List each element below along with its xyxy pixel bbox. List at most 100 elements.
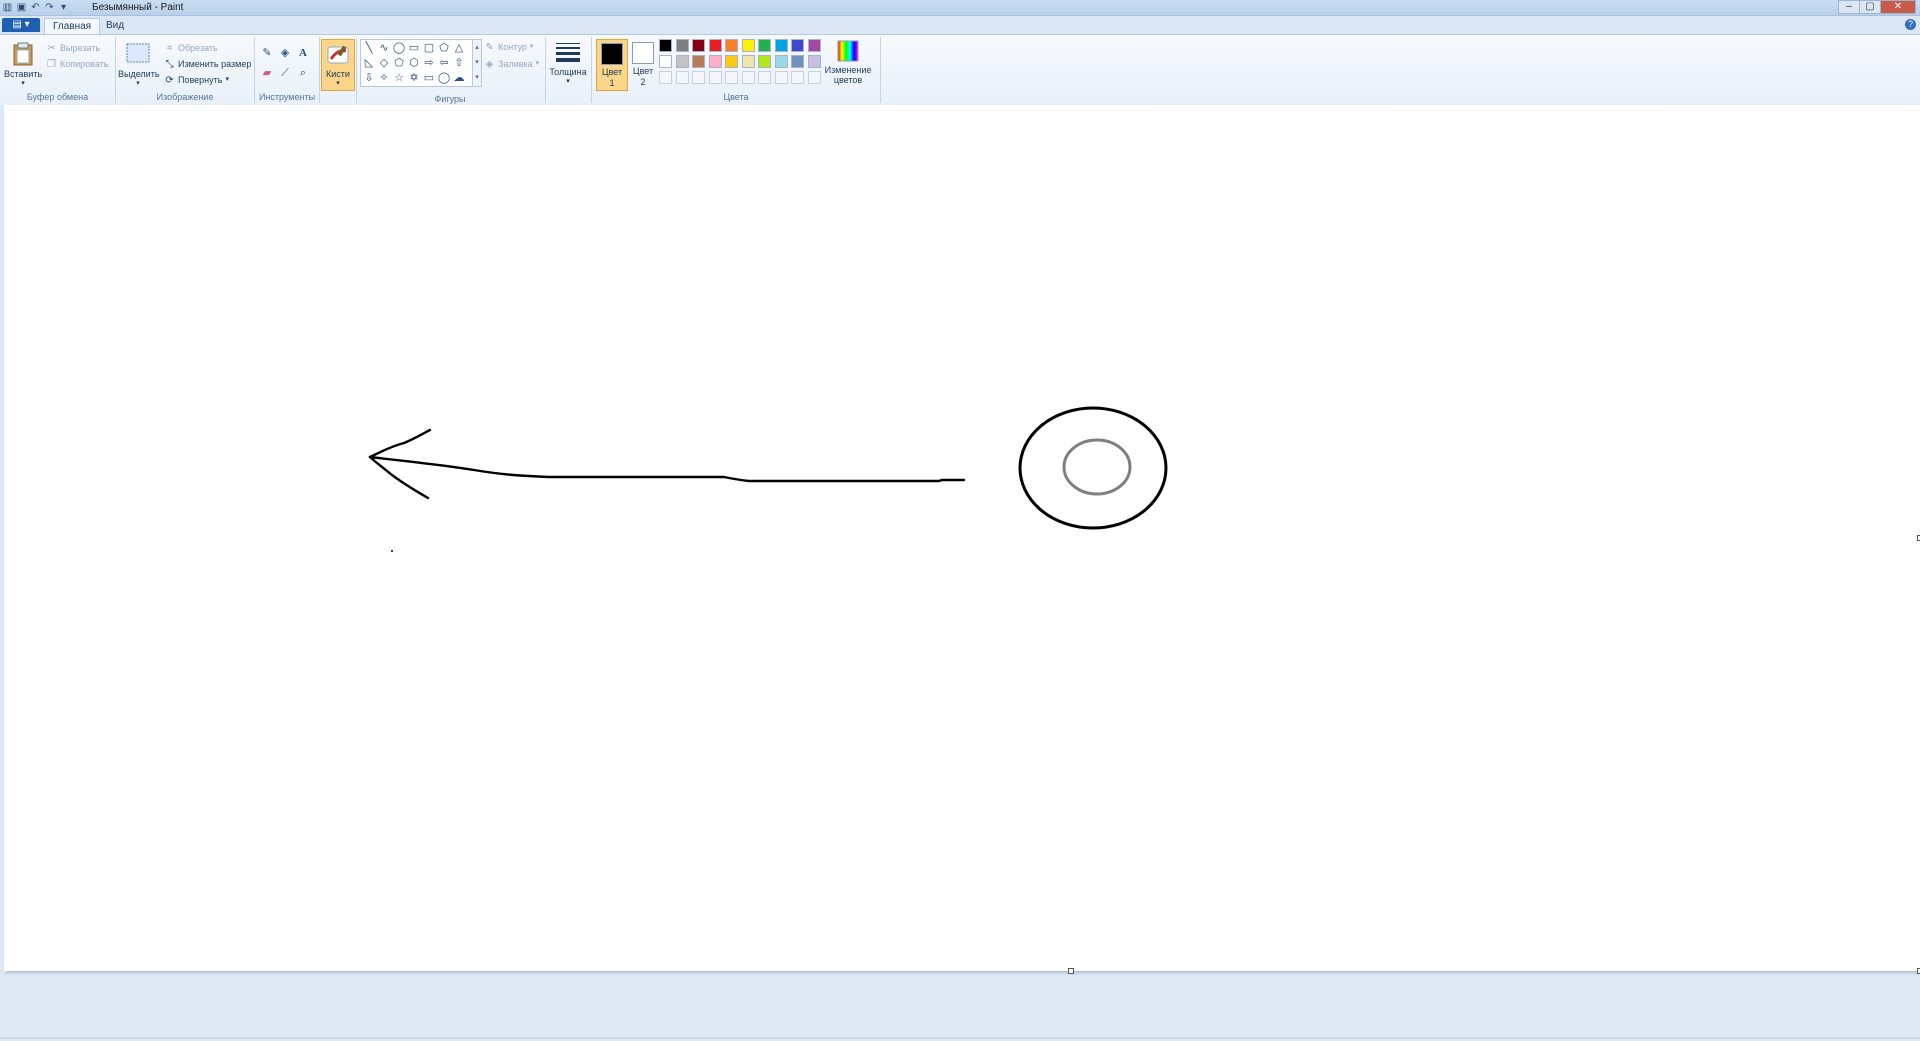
up-arrow-shape-icon[interactable]: ⇧: [452, 56, 466, 70]
palette-color-swatch[interactable]: [692, 39, 705, 52]
cut-button[interactable]: ✂ Вырезать: [46, 41, 100, 55]
left-arrow-shape-icon[interactable]: ⇦: [437, 56, 451, 70]
custom-color-slot[interactable]: [708, 71, 722, 84]
palette-color-swatch[interactable]: [675, 55, 689, 68]
canvas-resize-handle-bottom[interactable]: [1068, 968, 1074, 974]
brushes-button[interactable]: Кисти ▾: [321, 39, 355, 91]
outline-label: Контур: [498, 42, 527, 52]
down-arrow-shape-icon[interactable]: ⇩: [362, 71, 376, 85]
custom-color-slot[interactable]: [741, 71, 755, 84]
size-button[interactable]: Толщина ▾: [549, 41, 587, 85]
pencil-icon[interactable]: ✎: [259, 45, 275, 61]
palette-color-swatch[interactable]: [774, 39, 788, 52]
six-point-star-shape-icon[interactable]: ✡: [407, 71, 421, 85]
color2-button[interactable]: Цвет 2: [628, 39, 658, 89]
close-button[interactable]: ✕: [1880, 0, 1916, 14]
paste-button[interactable]: Вставить ▾: [4, 41, 42, 87]
canvas-drawing: [368, 406, 1168, 552]
four-point-star-shape-icon[interactable]: ✧: [377, 71, 391, 85]
fill-button[interactable]: ◈ Заливка ▾: [484, 57, 540, 71]
line-thickness-icon: [556, 43, 580, 62]
palette-color-swatch[interactable]: [692, 55, 705, 68]
palette-color-swatch[interactable]: [758, 39, 771, 52]
custom-color-slot[interactable]: [659, 71, 672, 84]
title-bar: ▥ ▣ ↶ ↷ ▾ Безымянный - Paint – ▢ ✕: [0, 0, 1920, 16]
five-point-star-shape-icon[interactable]: ☆: [392, 71, 406, 85]
color-picker-icon[interactable]: ⟋: [277, 65, 293, 81]
minimize-button[interactable]: –: [1838, 0, 1860, 14]
edit-colors-button[interactable]: Изменение цветов: [822, 39, 874, 85]
line-shape-icon[interactable]: ╲: [362, 41, 376, 55]
palette-color-swatch[interactable]: [725, 55, 738, 68]
fill-bucket-icon[interactable]: ◈: [277, 45, 293, 61]
diamond-shape-icon[interactable]: ◇: [377, 56, 391, 70]
help-icon[interactable]: ?: [1905, 19, 1916, 30]
oval-callout-shape-icon[interactable]: ◯: [437, 71, 451, 85]
palette-color-swatch[interactable]: [675, 39, 689, 52]
custom-color-slot[interactable]: [774, 71, 788, 84]
rectangle-shape-icon[interactable]: ▭: [407, 41, 421, 55]
shapes-scroll[interactable]: ▴ ▾ ▾: [472, 39, 482, 87]
palette-color-swatch[interactable]: [758, 55, 771, 68]
custom-color-slot[interactable]: [692, 71, 705, 84]
palette-color-swatch[interactable]: [659, 39, 672, 52]
copy-button[interactable]: ❐ Копировать: [46, 57, 108, 71]
polygon-shape-icon[interactable]: ⬠: [437, 41, 451, 55]
color2-number: 2: [640, 77, 646, 87]
curve-shape-icon[interactable]: ∿: [377, 41, 391, 55]
file-menu-button[interactable]: ▤ ▾: [2, 18, 40, 32]
select-label: Выделить: [118, 69, 160, 79]
hexagon-shape-icon[interactable]: ⬡: [407, 56, 421, 70]
window-title: Безымянный - Paint: [92, 2, 184, 13]
brushes-label: Кисти: [326, 69, 350, 79]
customize-icon[interactable]: ▾: [58, 2, 69, 13]
palette-color-swatch[interactable]: [741, 39, 755, 52]
work-area[interactable]: [0, 105, 1920, 1041]
palette-color-swatch[interactable]: [725, 39, 738, 52]
custom-color-slot[interactable]: [675, 71, 689, 84]
tab-home[interactable]: Главная: [44, 18, 101, 35]
undo-icon[interactable]: ↶: [30, 2, 41, 13]
crop-button[interactable]: ⌗ Обрезать: [164, 41, 218, 55]
palette-color-swatch[interactable]: [708, 39, 722, 52]
right-triangle-shape-icon[interactable]: ◺: [362, 56, 376, 70]
eraser-icon[interactable]: ▰: [259, 65, 275, 81]
rect-callout-shape-icon[interactable]: ▭: [422, 71, 436, 85]
right-arrow-shape-icon[interactable]: ⇨: [422, 56, 436, 70]
rounded-rectangle-shape-icon[interactable]: ▢: [422, 41, 436, 55]
triangle-shape-icon[interactable]: △: [452, 41, 466, 55]
palette-color-swatch[interactable]: [659, 55, 672, 68]
outline-button[interactable]: ✎ Контур ▾: [484, 40, 533, 54]
custom-color-slot[interactable]: [758, 71, 771, 84]
drawing-canvas[interactable]: [4, 105, 1920, 974]
pentagon-shape-icon[interactable]: ⬠: [392, 56, 406, 70]
size-group: Толщина ▾: [545, 37, 592, 103]
select-button[interactable]: Выделить ▾: [118, 41, 160, 87]
custom-color-slot[interactable]: [725, 71, 738, 84]
redo-icon[interactable]: ↷: [44, 2, 55, 13]
custom-color-slot[interactable]: [807, 71, 821, 84]
image-group: Выделить ▾ ⌗ Обрезать ⤡ Изменить размер …: [116, 37, 255, 103]
cloud-callout-shape-icon[interactable]: ☁: [452, 71, 466, 85]
palette-color-swatch[interactable]: [708, 55, 722, 68]
maximize-button[interactable]: ▢: [1859, 0, 1881, 14]
palette-color-swatch[interactable]: [807, 39, 821, 52]
text-tool-icon[interactable]: A: [295, 45, 311, 61]
magnifier-icon[interactable]: ⌕: [295, 65, 311, 81]
palette-color-swatch[interactable]: [741, 55, 755, 68]
resize-button[interactable]: ⤡ Изменить размер: [164, 57, 252, 71]
arrow-line: [368, 455, 966, 483]
rotate-button[interactable]: ⟳ Повернуть ▾: [164, 73, 229, 87]
oval-shape-icon[interactable]: ◯: [392, 41, 406, 55]
chevron-down-icon: ▾: [529, 43, 534, 50]
palette-color-swatch[interactable]: [807, 55, 821, 68]
edit-colors-label-line2: цветов: [833, 75, 863, 85]
palette-color-swatch[interactable]: [791, 55, 804, 68]
save-icon[interactable]: ▣: [16, 2, 27, 13]
palette-color-swatch[interactable]: [774, 55, 788, 68]
palette-color-swatch[interactable]: [791, 39, 804, 52]
custom-color-slot[interactable]: [791, 71, 804, 84]
rotate-label: Повернуть: [178, 75, 223, 85]
color1-button[interactable]: Цвет 1: [596, 39, 628, 91]
tab-view[interactable]: Вид: [98, 18, 132, 34]
